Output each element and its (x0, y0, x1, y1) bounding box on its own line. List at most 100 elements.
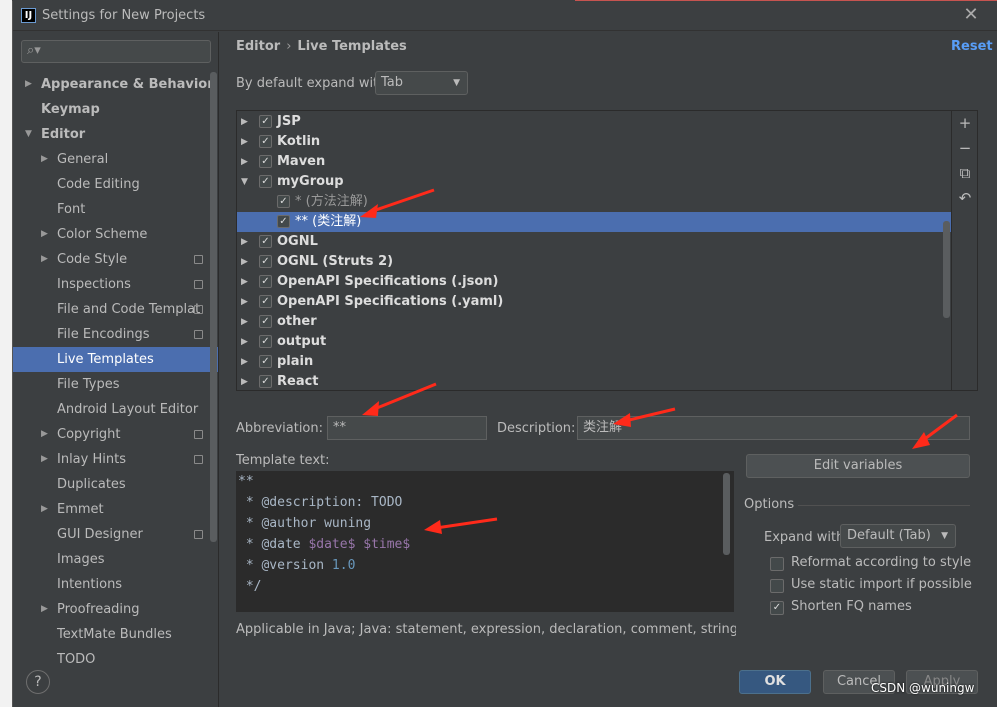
template-checkbox[interactable]: ✓ (259, 235, 272, 248)
chevron-right-icon[interactable]: ▶ (241, 252, 248, 272)
template-checkbox[interactable]: ✓ (259, 335, 272, 348)
template-name: Kotlin (277, 134, 321, 149)
edit-variables-button[interactable]: Edit variables (746, 454, 970, 478)
sidebar-item[interactable]: TODO (13, 647, 218, 672)
sidebar-item[interactable]: Images (13, 547, 218, 572)
editor-scrollbar[interactable] (723, 473, 730, 555)
chevron-right-icon[interactable]: ▶ (25, 72, 37, 97)
sidebar-item[interactable]: TextMate Bundles (13, 622, 218, 647)
template-row[interactable]: ▶ ✓ OGNL (237, 232, 951, 252)
template-text-editor[interactable]: ** * @description: TODO * @author wuning… (236, 471, 734, 612)
template-row[interactable]: ▶ ✓ plain (237, 352, 951, 372)
chevron-down-icon[interactable]: ▼ (25, 122, 37, 147)
sidebar-item[interactable]: ▶ Proofreading (13, 597, 218, 622)
template-row[interactable]: ▶ ✓ output (237, 332, 951, 352)
sidebar-item[interactable]: ▶ Emmet (13, 497, 218, 522)
template-row[interactable]: ▼ ✓ myGroup (237, 172, 951, 192)
template-checkbox[interactable]: ✓ (277, 195, 290, 208)
template-checkbox[interactable]: ✓ (259, 255, 272, 268)
sidebar-item[interactable]: Keymap (13, 97, 218, 122)
add-icon[interactable]: + (956, 114, 974, 132)
sidebar-item[interactable]: Android Layout Editor (13, 397, 218, 422)
template-checkbox[interactable]: ✓ (259, 135, 272, 148)
template-checkbox[interactable]: ✓ (259, 315, 272, 328)
chevron-right-icon[interactable]: ▶ (241, 152, 248, 172)
template-row[interactable]: ▶ ✓ JSP (237, 112, 951, 132)
sidebar-item[interactable]: ▶ Inlay Hints (13, 447, 218, 472)
breadcrumb-editor[interactable]: Editor (236, 39, 280, 54)
default-expand-select[interactable]: Tab ▼ (375, 71, 468, 95)
template-checkbox[interactable]: ✓ (259, 115, 272, 128)
default-expand-value: Tab (381, 75, 404, 90)
template-checkbox[interactable]: ✓ (259, 175, 272, 188)
reset-link[interactable]: Reset (951, 39, 993, 54)
template-checkbox[interactable]: ✓ (259, 275, 272, 288)
chevron-right-icon[interactable]: ▶ (241, 112, 248, 132)
sidebar-item[interactable]: ▼ Editor (13, 122, 218, 147)
chevron-right-icon[interactable]: ▶ (241, 132, 248, 152)
remove-icon[interactable]: − (956, 139, 974, 157)
chevron-right-icon[interactable]: ▶ (41, 222, 53, 247)
help-button[interactable]: ? (26, 670, 50, 694)
templates-scrollbar[interactable] (943, 221, 950, 318)
sidebar-item[interactable]: ▶ Copyright (13, 422, 218, 447)
chevron-right-icon[interactable]: ▶ (41, 247, 53, 272)
sidebar-item[interactable]: Live Templates (13, 347, 218, 372)
template-row[interactable]: ✓ * (方法注解) (237, 192, 951, 212)
chevron-down-icon[interactable]: ▼ (241, 172, 248, 192)
applicable-contexts-text[interactable]: Applicable in Java; Java: statement, exp… (236, 622, 736, 637)
template-row[interactable]: ▶ ✓ React (237, 372, 951, 390)
sidebar-scrollbar[interactable] (210, 72, 217, 542)
template-row[interactable]: ▶ ✓ Kotlin (237, 132, 951, 152)
chevron-right-icon[interactable]: ▶ (41, 497, 53, 522)
sidebar-item[interactable]: ▶ Appearance & Behavior (13, 72, 218, 97)
chevron-right-icon[interactable]: ▶ (41, 447, 53, 472)
sidebar-item[interactable]: Font (13, 197, 218, 222)
sidebar-item[interactable]: File Types (13, 372, 218, 397)
chevron-right-icon[interactable]: ▶ (41, 597, 53, 622)
chevron-right-icon[interactable]: ▶ (241, 312, 248, 332)
sidebar-item[interactable]: Duplicates (13, 472, 218, 497)
template-row[interactable]: ▶ ✓ other (237, 312, 951, 332)
template-checkbox[interactable]: ✓ (259, 355, 272, 368)
sidebar-item[interactable]: ▶ General (13, 147, 218, 172)
chevron-right-icon[interactable]: ▶ (41, 147, 53, 172)
description-input[interactable]: 类注解 (577, 416, 970, 440)
template-checkbox[interactable]: ✓ (259, 155, 272, 168)
expand-with-select[interactable]: Default (Tab) ▼ (840, 524, 956, 548)
sidebar-item[interactable]: Code Editing (13, 172, 218, 197)
shorten-fq-checkbox[interactable]: ✓ (770, 601, 784, 615)
abbreviation-input[interactable]: ** (327, 416, 487, 440)
chevron-right-icon[interactable]: ▶ (241, 372, 248, 390)
template-checkbox[interactable]: ✓ (277, 215, 290, 228)
sidebar-item[interactable]: File Encodings (13, 322, 218, 347)
template-row[interactable]: ✓ ** (类注解) (237, 212, 951, 232)
reformat-checkbox[interactable] (770, 557, 784, 571)
static-import-checkbox[interactable] (770, 579, 784, 593)
sidebar-item[interactable]: Inspections (13, 272, 218, 297)
chevron-right-icon[interactable]: ▶ (241, 352, 248, 372)
chevron-right-icon[interactable]: ▶ (241, 272, 248, 292)
copy-icon[interactable]: ⧉ (956, 164, 974, 182)
sidebar-item[interactable]: Intentions (13, 572, 218, 597)
sidebar-item[interactable]: GUI Designer (13, 522, 218, 547)
chevron-right-icon[interactable]: ▶ (41, 422, 53, 447)
code-line: ** (238, 474, 254, 489)
template-row[interactable]: ▶ ✓ OpenAPI Specifications (.yaml) (237, 292, 951, 312)
options-label: Options (744, 497, 795, 512)
settings-search-input[interactable]: ⌕▾ (21, 40, 211, 63)
template-row[interactable]: ▶ ✓ OpenAPI Specifications (.json) (237, 272, 951, 292)
chevron-right-icon[interactable]: ▶ (241, 292, 248, 312)
template-checkbox[interactable]: ✓ (259, 295, 272, 308)
ok-button[interactable]: OK (739, 670, 811, 694)
sidebar-item[interactable]: ▶ Color Scheme (13, 222, 218, 247)
close-icon[interactable]: ✕ (961, 5, 981, 25)
template-row[interactable]: ▶ ✓ Maven (237, 152, 951, 172)
sidebar-item[interactable]: ▶ Code Style (13, 247, 218, 272)
template-row[interactable]: ▶ ✓ OGNL (Struts 2) (237, 252, 951, 272)
restore-icon[interactable]: ↶ (956, 189, 974, 207)
sidebar-item[interactable]: File and Code Templat (13, 297, 218, 322)
template-checkbox[interactable]: ✓ (259, 375, 272, 388)
chevron-right-icon[interactable]: ▶ (241, 232, 248, 252)
chevron-right-icon[interactable]: ▶ (241, 332, 248, 352)
